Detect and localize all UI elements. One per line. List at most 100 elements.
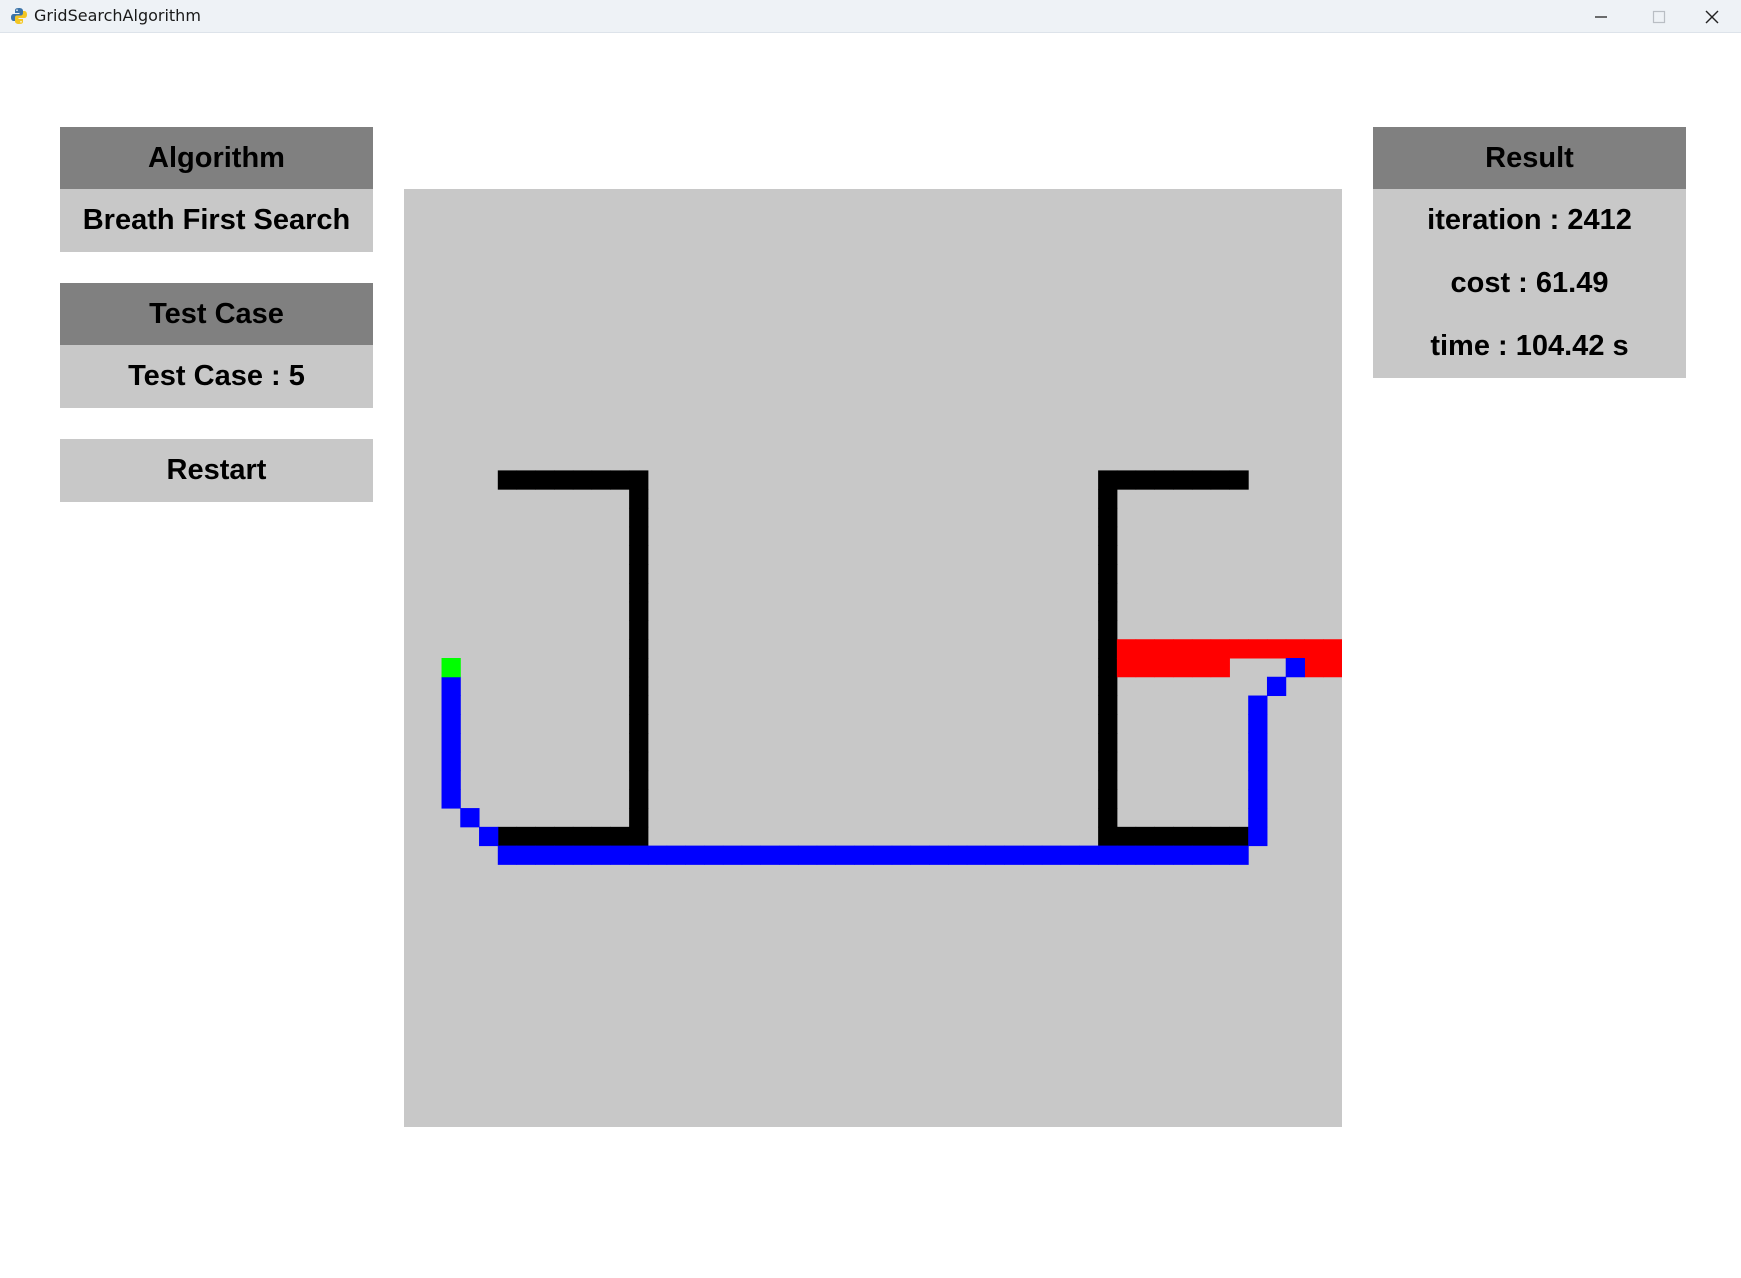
wall-cell — [1135, 470, 1155, 490]
wall-cell — [1116, 470, 1137, 490]
wall-cell — [629, 582, 649, 603]
wall-cell — [497, 470, 518, 490]
title-bar: GridSearchAlgorithm — [0, 0, 1741, 33]
path-cell — [516, 845, 536, 865]
path-cell — [572, 845, 593, 865]
wall-cell — [554, 826, 574, 847]
goal-cell — [1173, 639, 1193, 659]
wall-cell — [629, 507, 649, 528]
path-cell — [441, 751, 461, 772]
path-cell — [779, 845, 799, 865]
algorithm-selector[interactable]: Breath First Search — [60, 189, 373, 252]
result-panel: Result iteration : 2412 cost : 61.49 tim… — [1373, 127, 1686, 378]
path-cell — [741, 845, 761, 865]
wall-cell — [1098, 470, 1118, 490]
wall-cell — [1210, 470, 1230, 490]
path-cell — [610, 845, 630, 865]
wall-cell — [1173, 470, 1193, 490]
wall-cell — [610, 470, 630, 490]
wall-cell — [629, 545, 649, 565]
path-cell — [1116, 845, 1137, 865]
algorithm-panel: Algorithm Breath First Search — [60, 127, 373, 252]
grid-canvas — [441, 470, 1342, 865]
maximize-button[interactable] — [1630, 0, 1688, 33]
path-cell — [1041, 845, 1062, 865]
test-case-header: Test Case — [60, 283, 373, 345]
goal-cell — [1154, 658, 1174, 678]
path-cell — [1135, 845, 1155, 865]
wall-cell — [629, 714, 649, 734]
path-cell — [441, 770, 461, 790]
goal-cell — [1266, 639, 1287, 659]
wall-cell — [1098, 507, 1118, 528]
goal-cell — [1191, 639, 1212, 659]
path-cell — [760, 845, 780, 865]
path-cell — [1248, 789, 1268, 809]
path-cell — [1173, 845, 1193, 865]
wall-cell — [497, 826, 518, 847]
restart-button[interactable]: Restart — [60, 439, 373, 502]
path-cell — [666, 845, 686, 865]
path-cell — [1248, 770, 1268, 790]
path-cell — [1079, 845, 1099, 865]
wall-cell — [554, 470, 574, 490]
goal-cell — [1229, 639, 1249, 659]
wall-cell — [516, 826, 536, 847]
path-cell — [966, 845, 987, 865]
wall-cell — [629, 676, 649, 697]
wall-cell — [1098, 639, 1118, 659]
goal-cell — [1323, 658, 1342, 678]
wall-cell — [629, 620, 649, 640]
path-cell — [1248, 714, 1268, 734]
search-grid[interactable] — [404, 189, 1342, 1127]
wall-cell — [1098, 601, 1118, 621]
wall-cell — [572, 826, 593, 847]
wall-cell — [591, 470, 611, 490]
wall-cell — [1098, 733, 1118, 753]
path-cell — [554, 845, 574, 865]
minimize-button[interactable] — [1572, 0, 1630, 33]
time-value: time : 104.42 s — [1373, 315, 1686, 378]
wall-cell — [1098, 789, 1118, 809]
wall-cell — [1098, 826, 1118, 847]
goal-cell — [1304, 658, 1324, 678]
path-cell — [591, 845, 611, 865]
wall-cell — [1098, 808, 1118, 828]
path-cell — [1060, 845, 1080, 865]
iteration-value: iteration : 2412 — [1373, 189, 1686, 252]
wall-cell — [516, 470, 536, 490]
wall-cell — [629, 601, 649, 621]
wall-cell — [1116, 826, 1137, 847]
wall-cell — [591, 826, 611, 847]
path-cell — [797, 845, 818, 865]
path-cell — [1098, 845, 1118, 865]
test-case-panel: Test Case Test Case : 5 — [60, 283, 373, 408]
path-cell — [891, 845, 912, 865]
wall-cell — [1098, 582, 1118, 603]
wall-cell — [629, 695, 649, 715]
wall-cell — [1191, 826, 1212, 847]
goal-cell — [1116, 658, 1137, 678]
test-case-selector[interactable]: Test Case : 5 — [60, 345, 373, 408]
wall-cell — [629, 470, 649, 490]
wall-cell — [535, 470, 555, 490]
wall-cell — [1098, 526, 1118, 546]
path-cell — [1248, 826, 1268, 847]
wall-cell — [1098, 676, 1118, 697]
minimize-icon — [1595, 15, 1607, 18]
path-cell — [948, 845, 968, 865]
path-cell — [1266, 676, 1287, 697]
wall-cell — [1098, 620, 1118, 640]
wall-cell — [629, 564, 649, 584]
wall-cell — [1173, 826, 1193, 847]
goal-cell — [1304, 639, 1324, 659]
goal-cell — [1285, 639, 1305, 659]
wall-cell — [1098, 695, 1118, 715]
python-app-icon — [10, 7, 28, 25]
cost-value: cost : 61.49 — [1373, 252, 1686, 315]
path-cell — [441, 789, 461, 809]
path-cell — [1248, 695, 1268, 715]
start-cell — [441, 658, 461, 678]
close-button[interactable] — [1683, 0, 1741, 33]
wall-cell — [1098, 545, 1118, 565]
